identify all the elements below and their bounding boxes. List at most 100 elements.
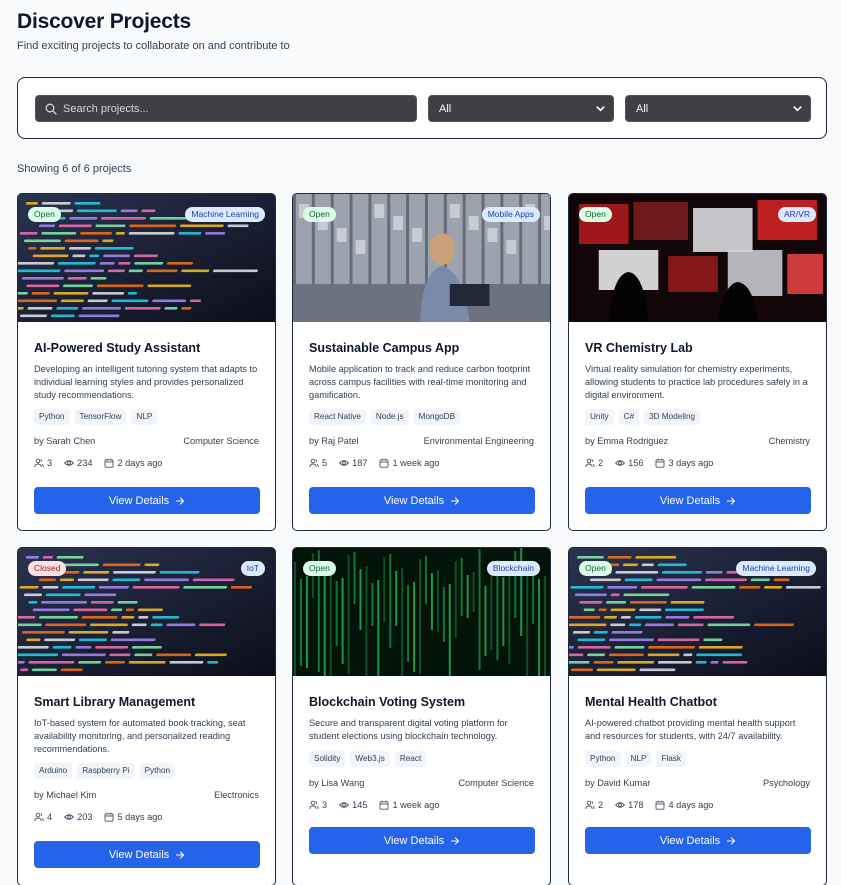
category-badge: Machine Learning bbox=[185, 207, 265, 222]
chevron-down-icon bbox=[596, 106, 605, 112]
posted-stat: 5 days ago bbox=[104, 812, 162, 822]
calendar-icon bbox=[656, 458, 665, 469]
project-meta: by Raj Patel Environmental Engineering bbox=[309, 436, 534, 446]
tech-tag: NLP bbox=[131, 409, 158, 426]
tech-tag: Unity bbox=[585, 409, 614, 426]
posted-date: 3 days ago bbox=[668, 458, 714, 469]
project-image: Open Machine Learning bbox=[569, 548, 826, 676]
view-details-button[interactable]: View Details bbox=[34, 487, 260, 514]
members-count: 2 bbox=[598, 458, 604, 469]
members-count: 4 bbox=[47, 812, 53, 823]
project-title[interactable]: Mental Health Chatbot bbox=[585, 695, 810, 709]
tag-list: Solidity Web3.js React bbox=[309, 750, 534, 767]
views-stat: 178 bbox=[615, 800, 643, 810]
project-stats: 3 234 2 days ago bbox=[34, 458, 259, 468]
project-author: by Lisa Wang bbox=[309, 777, 365, 788]
tech-tag: MongoDB bbox=[413, 409, 461, 426]
status-select[interactable]: All bbox=[625, 95, 811, 122]
project-department: Computer Science bbox=[183, 436, 259, 447]
tag-list: Python NLP Flask bbox=[585, 750, 810, 767]
category-badge: Blockchain bbox=[486, 561, 540, 576]
project-card[interactable]: Open Mobile Apps Sustainable Campus App Mob… bbox=[292, 193, 551, 531]
view-details-button[interactable]: View Details bbox=[309, 487, 535, 514]
posted-date: 5 days ago bbox=[117, 812, 163, 823]
tech-tag: Arduino bbox=[34, 763, 73, 780]
eye-icon bbox=[339, 460, 350, 467]
project-stats: 3 145 1 week ago bbox=[309, 800, 534, 810]
view-details-label: View Details bbox=[659, 834, 721, 847]
project-department: Psychology bbox=[763, 777, 810, 788]
project-description: IoT-based system for automated book trac… bbox=[34, 718, 246, 754]
tag-list: Unity C# 3D Modeling bbox=[585, 409, 810, 426]
project-card[interactable]: Open Blockchain Blockchain Voting System Se… bbox=[292, 547, 551, 885]
users-icon bbox=[309, 800, 319, 809]
view-details-label: View Details bbox=[383, 834, 445, 847]
card-body: Sustainable Campus App Mobile application… bbox=[293, 341, 550, 468]
project-card[interactable]: Open AR/VR VR Chemistry Lab Virtual reality… bbox=[568, 193, 827, 531]
posted-date: 1 week ago bbox=[392, 799, 440, 810]
status-badge: Open bbox=[579, 561, 612, 576]
card-body: AI-Powered Study Assistant Developing an … bbox=[18, 341, 275, 468]
users-icon bbox=[585, 800, 595, 809]
search-box[interactable] bbox=[35, 95, 417, 122]
project-author: by Emma Rodriguez bbox=[585, 436, 669, 447]
project-card[interactable]: Open Machine Learning AI-Powered Study Ass… bbox=[17, 193, 276, 531]
arrow-right-icon bbox=[451, 836, 460, 845]
tech-tag: 3D Modeling bbox=[644, 409, 701, 426]
category-badge: Machine Learning bbox=[736, 561, 816, 576]
status-select-value: All bbox=[636, 102, 649, 115]
tag-list: Arduino Raspberry Pi Python bbox=[34, 763, 259, 780]
tech-tag: Node.js bbox=[370, 409, 409, 426]
results-count: Showing 6 of 6 projects bbox=[17, 163, 132, 175]
page-subtitle: Find exciting projects to collaborate on… bbox=[17, 40, 290, 52]
project-description: Secure and transparent digital voting pl… bbox=[309, 718, 508, 741]
project-department: Electronics bbox=[214, 790, 259, 801]
project-title[interactable]: Sustainable Campus App bbox=[309, 341, 534, 355]
project-stats: 2 178 4 days ago bbox=[585, 800, 810, 810]
category-select[interactable]: All bbox=[428, 95, 614, 122]
status-badge: Open bbox=[579, 207, 612, 222]
arrow-right-icon bbox=[727, 836, 736, 845]
posted-stat: 1 week ago bbox=[379, 800, 439, 810]
views-count: 187 bbox=[352, 458, 368, 469]
view-details-button[interactable]: View Details bbox=[585, 827, 811, 854]
calendar-icon bbox=[380, 800, 389, 810]
posted-stat: 1 week ago bbox=[379, 458, 439, 468]
view-details-button[interactable]: View Details bbox=[309, 827, 535, 854]
project-title[interactable]: AI-Powered Study Assistant bbox=[34, 341, 259, 355]
project-card[interactable]: Open Machine Learning Mental Health Chatbo… bbox=[568, 547, 827, 885]
project-image: Closed IoT bbox=[18, 548, 275, 676]
project-card[interactable]: Closed IoT Smart Library Management IoT-bas… bbox=[17, 547, 276, 885]
members-stat: 4 bbox=[34, 812, 52, 822]
tech-tag: Python bbox=[139, 763, 176, 780]
search-input[interactable] bbox=[63, 102, 403, 115]
tech-tag: Flask bbox=[656, 750, 686, 767]
tech-tag: Raspberry Pi bbox=[77, 763, 135, 780]
project-title[interactable]: Blockchain Voting System bbox=[309, 695, 534, 709]
project-image: Open Machine Learning bbox=[18, 194, 275, 322]
project-description: AI-powered chatbot providing mental heal… bbox=[585, 718, 796, 741]
tech-tag: Solidity bbox=[309, 750, 346, 767]
project-meta: by Sarah Chen Computer Science bbox=[34, 436, 259, 446]
category-select-value: All bbox=[439, 102, 452, 115]
arrow-right-icon bbox=[176, 850, 185, 859]
tech-tag: TensorFlow bbox=[74, 409, 127, 426]
project-title[interactable]: Smart Library Management bbox=[34, 695, 259, 709]
view-details-button[interactable]: View Details bbox=[34, 841, 260, 868]
views-count: 234 bbox=[77, 458, 93, 469]
posted-stat: 2 days ago bbox=[104, 458, 162, 468]
members-count: 3 bbox=[47, 458, 53, 469]
arrow-right-icon bbox=[727, 496, 736, 505]
views-count: 145 bbox=[352, 799, 368, 810]
category-badge: Mobile Apps bbox=[481, 207, 540, 222]
project-meta: by Michael Kim Electronics bbox=[34, 790, 259, 800]
project-title[interactable]: VR Chemistry Lab bbox=[585, 341, 810, 355]
status-badge: Open bbox=[303, 207, 336, 222]
users-icon bbox=[34, 813, 44, 822]
card-body: Mental Health Chatbot AI-powered chatbot … bbox=[569, 695, 826, 810]
page-title: Discover Projects bbox=[17, 10, 192, 33]
view-details-button[interactable]: View Details bbox=[585, 487, 811, 514]
search-icon bbox=[45, 103, 57, 115]
posted-stat: 3 days ago bbox=[655, 458, 713, 468]
members-stat: 3 bbox=[34, 458, 52, 468]
